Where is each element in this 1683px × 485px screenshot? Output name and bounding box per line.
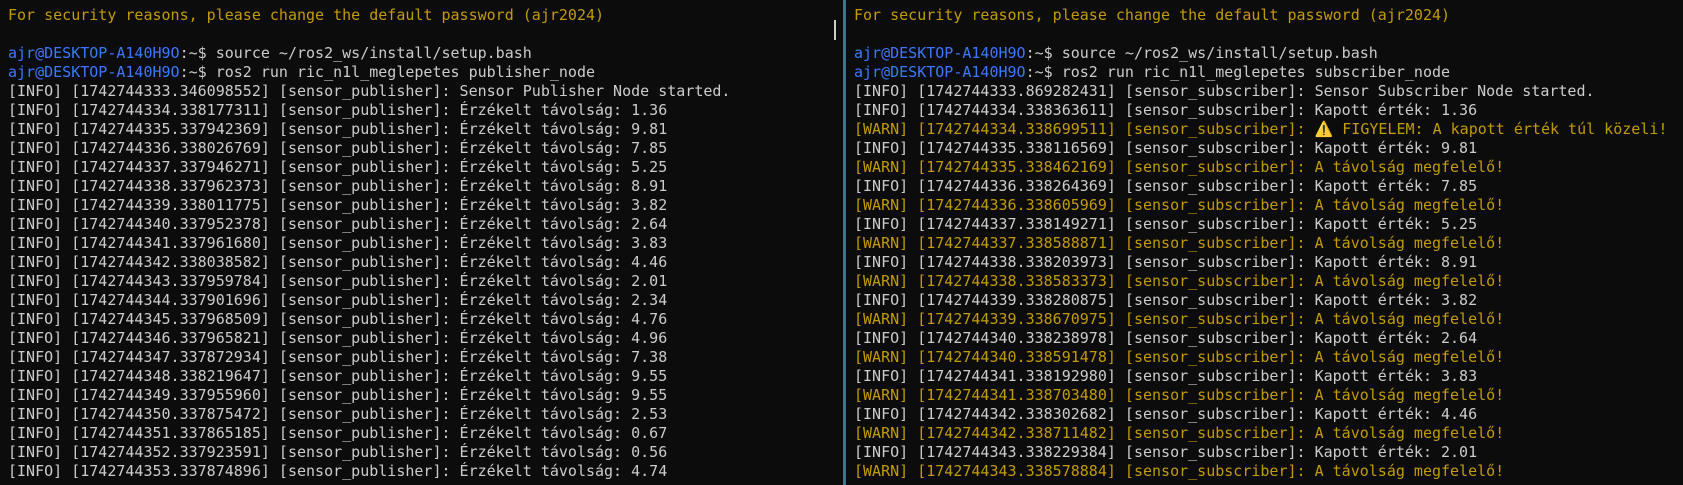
log-line-info: [INFO] [1742744351.337865185] [sensor_pu… [8,424,668,442]
prompt-line: ajr@DESKTOP-A140H9O:~$ ros2 run ric_n1l_… [8,63,843,82]
log-line-info: [INFO] [1742744341.338192980] [sensor_su… [854,367,1478,385]
log-line-info: [INFO] [1742744340.338238978] [sensor_su… [854,329,1478,347]
log-line-info: [INFO] [1742744340.337952378] [sensor_pu… [8,215,668,233]
log-line-warn: [WARN] [1742744339.338670975] [sensor_su… [854,310,1505,328]
prompt-command: :~$ ros2 run ric_n1l_meglepetes subscrib… [1025,63,1451,81]
log-line-info: [INFO] [1742744338.337962373] [sensor_pu… [8,177,668,195]
log-line-info: [INFO] [1742744353.337874896] [sensor_pu… [8,462,668,480]
prompt-user: ajr@DESKTOP-A140H9O [854,63,1026,81]
log-line-info: [INFO] [1742744333.346098552] [sensor_pu… [8,82,731,100]
log-line-warn: [WARN] [1742744342.338711482] [sensor_su… [854,424,1505,442]
security-banner: For security reasons, please change the … [854,6,1451,24]
text-cursor [834,20,836,40]
log-line-info: [INFO] [1742744333.869282431] [sensor_su… [854,82,1595,100]
log-line-info: [INFO] [1742744338.338203973] [sensor_su… [854,253,1478,271]
prompt-line: ajr@DESKTOP-A140H9O:~$ source ~/ros2_ws/… [854,44,1683,63]
log-line-warn: [WARN] [1742744340.338591478] [sensor_su… [854,348,1505,366]
log-line-info: [INFO] [1742744336.338026769] [sensor_pu… [8,139,668,157]
log-line-info: [INFO] [1742744339.338280875] [sensor_su… [854,291,1478,309]
log-line-info: [INFO] [1742744348.338219647] [sensor_pu… [8,367,668,385]
log-line-warn: [WARN] [1742744338.338583373] [sensor_su… [854,272,1505,290]
log-line-info: [INFO] [1742744343.337959784] [sensor_pu… [8,272,668,290]
log-line-info: [INFO] [1742744334.338363611] [sensor_su… [854,101,1478,119]
terminal-output: For security reasons, please change the … [8,6,843,481]
log-line-info: [INFO] [1742744335.338116569] [sensor_su… [854,139,1478,157]
log-line-info: [INFO] [1742744344.337901696] [sensor_pu… [8,291,668,309]
log-line-warn: [WARN] [1742744337.338588871] [sensor_su… [854,234,1505,252]
prompt-command: :~$ source ~/ros2_ws/install/setup.bash [1025,44,1378,62]
log-line-info: [INFO] [1742744345.337968509] [sensor_pu… [8,310,668,328]
terminal-pane-subscriber[interactable]: For security reasons, please change the … [846,0,1683,485]
log-line-info: [INFO] [1742744343.338229384] [sensor_su… [854,443,1478,461]
prompt-user: ajr@DESKTOP-A140H9O [8,63,180,81]
log-line-warn: [WARN] [1742744334.338699511] [sensor_su… [854,120,1668,138]
log-line-info: [INFO] [1742744349.337955960] [sensor_pu… [8,386,668,404]
log-line-info: [INFO] [1742744339.338011775] [sensor_pu… [8,196,668,214]
terminal-pane-publisher[interactable]: For security reasons, please change the … [0,0,843,485]
log-line-info: [INFO] [1742744341.337961680] [sensor_pu… [8,234,668,252]
log-line-info: [INFO] [1742744350.337875472] [sensor_pu… [8,405,668,423]
prompt-user: ajr@DESKTOP-A140H9O [854,44,1026,62]
log-line-warn: [WARN] [1742744341.338703480] [sensor_su… [854,386,1505,404]
prompt-user: ajr@DESKTOP-A140H9O [8,44,180,62]
log-line-warn: [WARN] [1742744343.338578884] [sensor_su… [854,462,1505,480]
log-line-info: [INFO] [1742744336.338264369] [sensor_su… [854,177,1478,195]
log-line-info: [INFO] [1742744342.338038582] [sensor_pu… [8,253,668,271]
log-line-info: [INFO] [1742744337.337946271] [sensor_pu… [8,158,668,176]
log-line-info: [INFO] [1742744346.337965821] [sensor_pu… [8,329,668,347]
log-line-info: [INFO] [1742744347.337872934] [sensor_pu… [8,348,668,366]
prompt-command: :~$ ros2 run ric_n1l_meglepetes publishe… [179,63,596,81]
log-line-warn: [WARN] [1742744335.338462169] [sensor_su… [854,158,1505,176]
log-line-info: [INFO] [1742744352.337923591] [sensor_pu… [8,443,668,461]
prompt-command: :~$ source ~/ros2_ws/install/setup.bash [179,44,532,62]
prompt-line: ajr@DESKTOP-A140H9O:~$ source ~/ros2_ws/… [8,44,843,63]
prompt-line: ajr@DESKTOP-A140H9O:~$ ros2 run ric_n1l_… [854,63,1683,82]
terminal-output: For security reasons, please change the … [854,6,1683,481]
log-line-warn: [WARN] [1742744336.338605969] [sensor_su… [854,196,1505,214]
security-banner: For security reasons, please change the … [8,6,605,24]
log-line-info: [INFO] [1742744334.338177311] [sensor_pu… [8,101,668,119]
log-line-info: [INFO] [1742744337.338149271] [sensor_su… [854,215,1478,233]
log-line-info: [INFO] [1742744342.338302682] [sensor_su… [854,405,1478,423]
log-line-info: [INFO] [1742744335.337942369] [sensor_pu… [8,120,668,138]
